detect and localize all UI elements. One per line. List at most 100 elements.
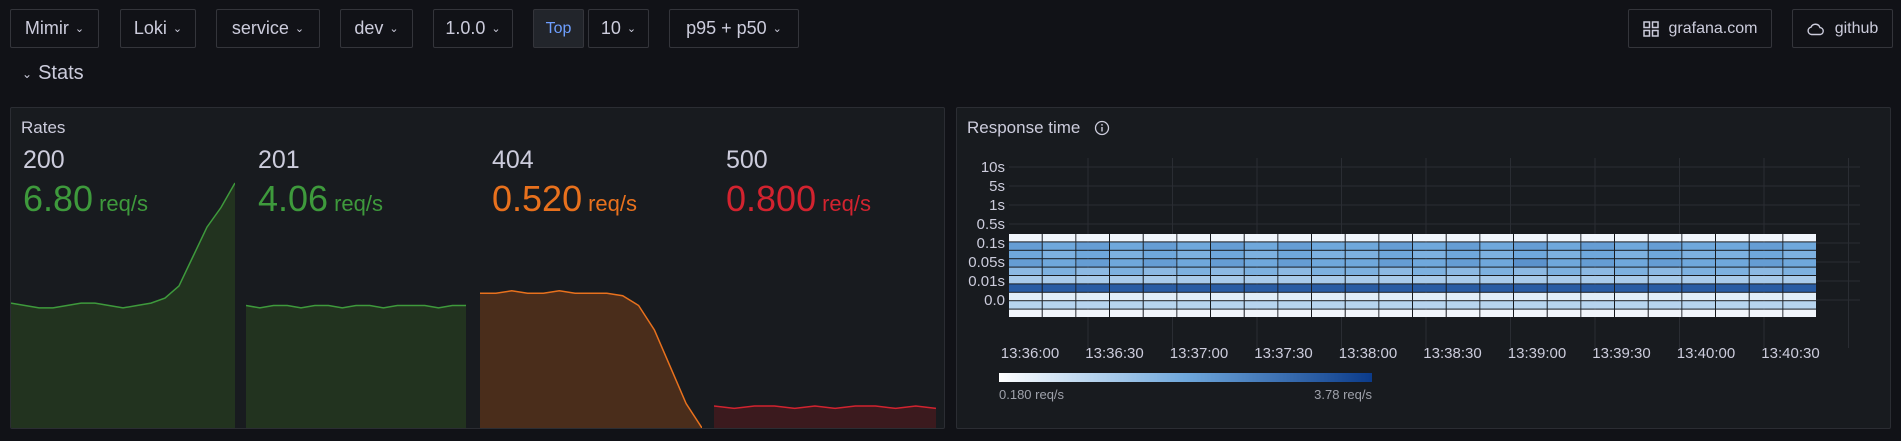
heatmap-cell <box>1615 301 1648 309</box>
heatmap-cell <box>1345 292 1379 301</box>
heatmap-cell <box>1177 242 1210 250</box>
heatmap-cell <box>1648 267 1682 275</box>
stat-201[interactable]: 201 4.06 req/s <box>246 108 480 428</box>
heatmap-cell <box>1716 301 1749 309</box>
heatmap-cell <box>1312 284 1345 292</box>
heatmap-cell <box>1480 259 1513 267</box>
chevron-down-icon: ⌄ <box>294 23 305 35</box>
heatmap-cell <box>1547 234 1581 242</box>
variable-service[interactable]: service ⌄ <box>216 9 320 48</box>
heatmap-cell <box>1110 292 1143 301</box>
heatmap-cell <box>1413 292 1446 301</box>
heatmap-cell <box>1682 267 1715 275</box>
variable-top[interactable]: 10 ⌄ <box>588 9 649 48</box>
heatmap-cell <box>1648 242 1682 250</box>
heatmap-cell <box>1446 292 1480 301</box>
heatmap-cell <box>1514 242 1547 250</box>
y-tick-label: 5s <box>989 178 1005 195</box>
heatmap-cell <box>1143 234 1177 242</box>
heatmap-cell <box>1783 259 1816 267</box>
heatmap-cell <box>1413 250 1446 259</box>
heatmap-cell <box>1615 267 1648 275</box>
grafana-link-button[interactable]: grafana.com <box>1628 9 1772 48</box>
heatmap-cell <box>1480 267 1513 275</box>
heatmap-cell <box>1177 259 1210 267</box>
y-tick-label: 0.5s <box>977 216 1005 233</box>
heatmap-cell <box>1480 234 1513 242</box>
heatmap-cell <box>1716 259 1749 267</box>
heatmap-cell <box>1042 234 1076 242</box>
heatmap-cell <box>1783 301 1816 309</box>
datasource-picker-loki[interactable]: Loki ⌄ <box>120 9 196 48</box>
stat-200[interactable]: 200 6.80 req/s <box>11 108 245 428</box>
heatmap-cell <box>1312 276 1345 284</box>
heatmap-cell <box>1581 242 1614 250</box>
variable-version[interactable]: 1.0.0 ⌄ <box>433 9 513 48</box>
heatmap-cell <box>1514 250 1547 259</box>
heatmap-cell <box>1110 259 1143 267</box>
heatmap-cell <box>1648 250 1682 259</box>
variable-env[interactable]: dev ⌄ <box>340 9 413 48</box>
heatmap-cell <box>1446 276 1480 284</box>
x-tick-label: 13:39:00 <box>1508 345 1566 362</box>
heatmap-cell <box>1514 309 1547 317</box>
heatmap-cell <box>1009 242 1042 250</box>
heatmap-cell <box>1547 292 1581 301</box>
y-tick-label: 0.05s <box>968 254 1005 271</box>
heatmap-cell <box>1278 301 1311 309</box>
heatmap-cell <box>1581 309 1614 317</box>
heatmap-cell <box>1009 267 1042 275</box>
heatmap-cell <box>1278 234 1311 242</box>
heatmap-cell <box>1514 234 1547 242</box>
stat-500[interactable]: 500 0.800 req/s <box>714 108 944 428</box>
heatmap-cell <box>1547 250 1581 259</box>
heatmap-cell <box>1783 276 1816 284</box>
cloud-icon <box>1807 23 1824 35</box>
heatmap-cell <box>1312 250 1345 259</box>
heatmap-cell <box>1749 267 1783 275</box>
heatmap-cell <box>1783 234 1816 242</box>
github-link-button[interactable]: github <box>1792 9 1893 48</box>
heatmap-cell <box>1177 234 1210 242</box>
heatmap-cell <box>1615 250 1648 259</box>
heatmap-cell <box>1143 292 1177 301</box>
chevron-down-icon: ⌄ <box>772 23 782 35</box>
heatmap-cell <box>1009 301 1042 309</box>
heatmap-cell <box>1480 292 1513 301</box>
heatmap-cell <box>1110 242 1143 250</box>
heatmap-cell <box>1110 267 1143 275</box>
heatmap-cell <box>1648 301 1682 309</box>
x-tick-label: 13:37:30 <box>1254 345 1312 362</box>
heatmap-chart[interactable]: 10s5s1s0.5s0.1s0.05s0.01s0.0 13:36:00 13:… <box>957 108 1890 428</box>
heatmap-cell <box>1749 242 1783 250</box>
row-toggle-stats[interactable]: ⌄ Stats <box>22 62 84 85</box>
heatmap-cell <box>1379 259 1412 267</box>
heatmap-cell <box>1446 301 1480 309</box>
heatmap-cell <box>1581 267 1614 275</box>
heatmap-cell <box>1143 267 1177 275</box>
heatmap-cell <box>1244 292 1278 301</box>
heatmap-cell <box>1345 234 1379 242</box>
heatmap-cell <box>1379 284 1412 292</box>
heatmap-cell <box>1682 284 1715 292</box>
heatmap-cell <box>1682 301 1715 309</box>
heatmap-cell <box>1581 301 1614 309</box>
variable-percentile[interactable]: p95 + p50 ⌄ <box>669 9 799 48</box>
heatmap-cell <box>1312 292 1345 301</box>
datasource-picker-mimir[interactable]: Mimir ⌄ <box>10 9 99 48</box>
heatmap-cell <box>1076 309 1109 317</box>
heatmap-cell <box>1648 292 1682 301</box>
dashboard-controls: Mimir ⌄ Loki ⌄ service ⌄ dev ⌄ 1.0.0 ⌄ Top 10… <box>0 0 1901 56</box>
heatmap-cell <box>1749 284 1783 292</box>
y-tick-label: 1s <box>989 197 1005 214</box>
heatmap-cell <box>1547 259 1581 267</box>
heatmap-cell <box>1177 250 1210 259</box>
heatmap-cell <box>1211 234 1244 242</box>
heatmap-cell <box>1648 234 1682 242</box>
heatmap-cell <box>1345 301 1379 309</box>
heatmap-cell <box>1244 284 1278 292</box>
heatmap-cell <box>1009 292 1042 301</box>
heatmap-cell <box>1009 259 1042 267</box>
heatmap-cell <box>1009 309 1042 317</box>
stat-404[interactable]: 404 0.520 req/s <box>480 108 714 428</box>
